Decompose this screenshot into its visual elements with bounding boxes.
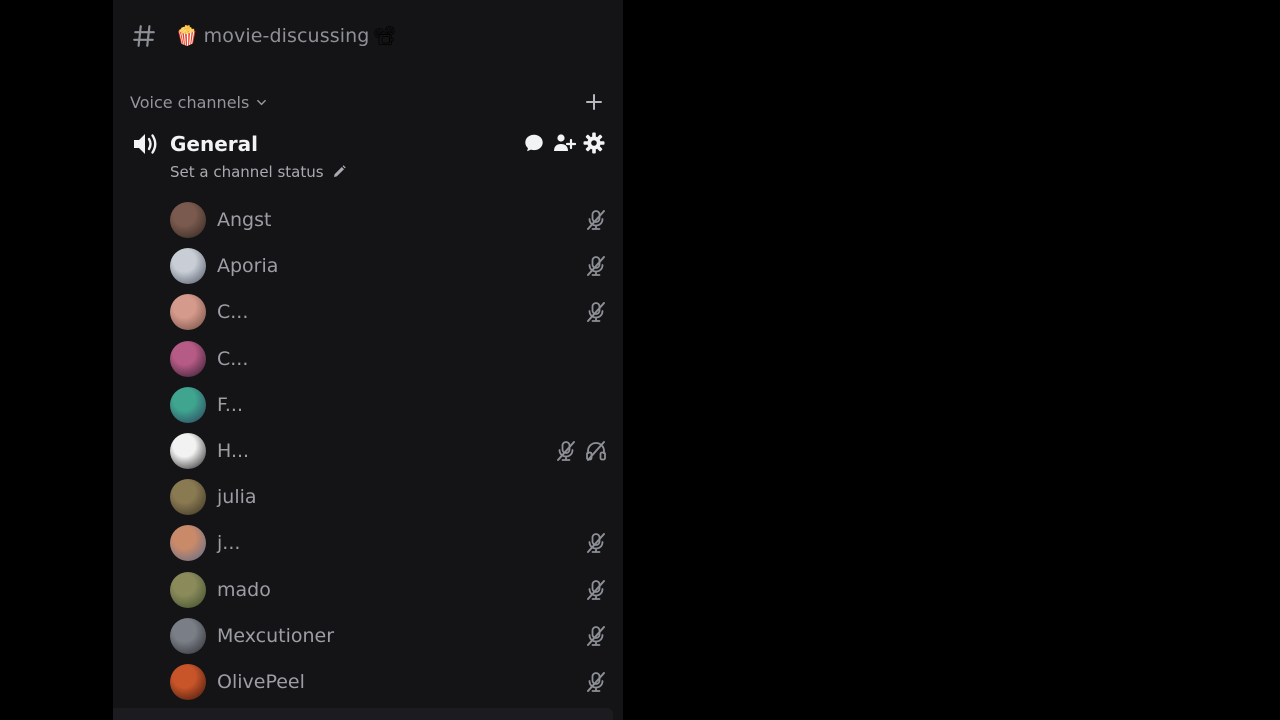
pencil-icon	[331, 164, 347, 180]
member-name: mado	[217, 578, 271, 601]
sidebar-bottom-edge	[113, 708, 613, 720]
member-name: C...	[217, 347, 249, 370]
member-name: OlivePeel	[217, 670, 305, 693]
avatar	[170, 571, 206, 608]
invite-to-channel-icon[interactable]	[552, 131, 576, 155]
member-name: j...	[217, 532, 241, 555]
deafened-headphones-icon	[584, 439, 608, 463]
muted-microphone-icon	[584, 208, 608, 232]
muted-microphone-icon	[584, 624, 608, 648]
member-name: F...	[217, 393, 243, 416]
voice-member-row[interactable]: OlivePeel	[170, 659, 608, 705]
voice-channel-name: General	[170, 132, 258, 156]
voice-member-row[interactable]: Mexcutioner	[170, 613, 608, 659]
voice-channel-actions	[516, 131, 606, 155]
avatar	[170, 663, 206, 700]
muted-microphone-icon	[584, 578, 608, 602]
hash-icon	[129, 21, 159, 51]
member-name: julia	[217, 486, 257, 509]
text-channel-movie-discussing[interactable]: 🍿 movie-discussing 📽	[129, 18, 609, 54]
channel-settings-gear-icon[interactable]	[582, 131, 606, 155]
member-name: H...	[217, 440, 250, 463]
voice-channel-general[interactable]: General	[130, 128, 606, 160]
voice-member-row[interactable]: Angst	[170, 197, 608, 243]
projector-emoji: 📽	[372, 24, 397, 47]
page: 🍿 movie-discussing 📽 Voice channels Gene…	[0, 0, 1280, 720]
voice-member-row[interactable]: j...	[170, 520, 608, 566]
open-chat-icon[interactable]	[522, 131, 546, 155]
popcorn-emoji: 🍿	[175, 24, 199, 47]
avatar	[170, 386, 206, 423]
voice-channels-category[interactable]: Voice channels	[130, 90, 604, 114]
member-name: Aporia	[217, 255, 279, 278]
avatar	[170, 294, 206, 331]
channel-sidebar: 🍿 movie-discussing 📽 Voice channels Gene…	[113, 0, 623, 720]
member-status-icons	[578, 520, 608, 566]
set-channel-status[interactable]: Set a channel status	[170, 162, 347, 182]
avatar	[170, 433, 206, 470]
muted-microphone-icon	[554, 439, 578, 463]
add-channel-plus-icon[interactable]	[584, 92, 604, 112]
avatar	[170, 479, 206, 516]
member-name: Mexcutioner	[217, 624, 335, 647]
member-status-icons	[548, 428, 608, 474]
avatar	[170, 248, 206, 285]
channel-status-text: Set a channel status	[170, 163, 324, 181]
text-channel-name: movie-discussing	[203, 25, 370, 47]
avatar	[170, 617, 206, 654]
voice-members-list: Angst Aporia C... C... F... H... julia j... mado…	[170, 197, 608, 705]
voice-member-row[interactable]: C...	[170, 336, 608, 382]
voice-member-row[interactable]: C...	[170, 289, 608, 335]
voice-member-row[interactable]: julia	[170, 474, 608, 520]
muted-microphone-icon	[584, 254, 608, 278]
chevron-down-icon	[256, 96, 268, 108]
voice-member-row[interactable]: H...	[170, 428, 608, 474]
member-name: Angst	[217, 209, 272, 232]
voice-member-row[interactable]: Aporia	[170, 243, 608, 289]
member-status-icons	[578, 567, 608, 613]
voice-category-label: Voice channels	[130, 92, 250, 112]
avatar	[170, 202, 206, 239]
muted-microphone-icon	[584, 300, 608, 324]
member-status-icons	[578, 197, 608, 243]
member-name: C...	[217, 301, 249, 324]
member-status-icons	[578, 613, 608, 659]
avatar	[170, 525, 206, 562]
member-status-icons	[578, 659, 608, 705]
member-status-icons	[578, 243, 608, 289]
member-status-icons	[578, 289, 608, 335]
speaker-icon	[130, 129, 160, 159]
voice-member-row[interactable]: mado	[170, 567, 608, 613]
voice-member-row[interactable]: F...	[170, 382, 608, 428]
avatar	[170, 340, 206, 377]
muted-microphone-icon	[584, 531, 608, 555]
muted-microphone-icon	[584, 670, 608, 694]
